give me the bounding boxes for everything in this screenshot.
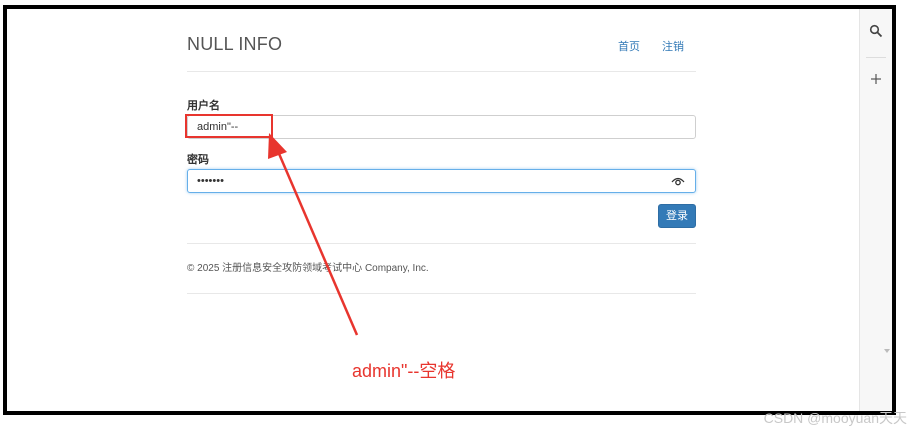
password-input[interactable]: •••••••	[187, 169, 696, 193]
form-divider	[187, 243, 696, 244]
annotation-text: admin"--空格	[352, 361, 456, 381]
browser-frame: NULL INFO 首页 注销 用户名 admin"-- 密码 ••••••• …	[3, 5, 896, 415]
password-value: •••••••	[197, 175, 224, 187]
annotation-highlight-box	[185, 114, 273, 138]
annotation-arrow	[268, 133, 359, 336]
nav-home-link[interactable]: 首页	[618, 38, 640, 54]
username-label: 用户名	[187, 100, 220, 112]
nav-logout-link[interactable]: 注销	[662, 38, 684, 54]
sidebar-divider	[866, 57, 886, 58]
footer-divider	[187, 293, 696, 294]
header-divider	[187, 71, 696, 72]
eye-icon[interactable]	[671, 175, 685, 187]
scroll-down-indicator[interactable]	[884, 349, 890, 353]
watermark: CSDN @mooyuan天天	[763, 410, 907, 426]
footer-copyright: © 2025 注册信息安全攻防领域考试中心 Company, Inc.	[187, 263, 429, 274]
browser-sidebar	[859, 9, 892, 411]
plus-icon[interactable]	[864, 67, 888, 91]
brand-title[interactable]: NULL INFO	[187, 34, 282, 55]
password-label: 密码	[187, 154, 209, 166]
login-button[interactable]: 登录	[658, 204, 696, 228]
search-icon[interactable]	[864, 19, 888, 43]
